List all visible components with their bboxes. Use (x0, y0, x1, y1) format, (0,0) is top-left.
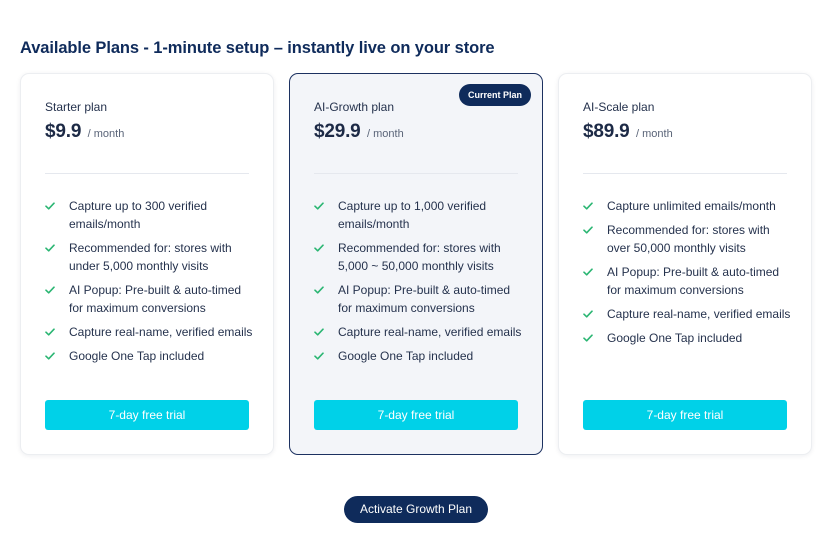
feature-item: Recommended for: stores with over 50,000… (583, 221, 791, 257)
plan-name: Starter plan (45, 100, 108, 114)
feature-text: AI Popup: Pre-built & auto-timed for max… (607, 265, 780, 297)
feature-item: Google One Tap included (583, 329, 791, 347)
divider (314, 173, 518, 174)
feature-item: Capture up to 1,000 verified emails/mont… (314, 197, 522, 233)
divider (45, 173, 249, 174)
feature-item: Recommended for: stores with 5,000 ~ 50,… (314, 239, 522, 275)
feature-text: Capture real-name, verified emails (338, 325, 522, 339)
free-trial-button[interactable]: 7-day free trial (314, 400, 518, 430)
plan-name: AI-Scale plan (583, 100, 655, 114)
feature-text: Capture up to 1,000 verified emails/mont… (338, 199, 487, 231)
feature-list: Capture up to 1,000 verified emails/mont… (314, 197, 522, 371)
feature-item: Capture real-name, verified emails (45, 323, 253, 341)
check-icon (314, 197, 326, 215)
feature-text: Recommended for: stores with over 50,000… (607, 223, 770, 255)
feature-item: Capture real-name, verified emails (583, 305, 791, 323)
feature-item: Capture unlimited emails/month (583, 197, 791, 215)
feature-text: Capture real-name, verified emails (607, 307, 791, 321)
feature-text: AI Popup: Pre-built & auto-timed for max… (69, 283, 242, 315)
plan-price: $9.9 (45, 121, 82, 142)
check-icon (45, 323, 57, 341)
free-trial-button[interactable]: 7-day free trial (583, 400, 787, 430)
feature-text: AI Popup: Pre-built & auto-timed for max… (338, 283, 511, 315)
check-icon (314, 239, 326, 257)
plan-card-starter: Starter plan $9.9 / month Capture up to … (20, 73, 274, 455)
feature-item: Google One Tap included (45, 347, 253, 365)
check-icon (45, 197, 57, 215)
page-title: Available Plans - 1-minute setup – insta… (20, 39, 495, 57)
plan-card-growth: Current Plan AI-Growth plan $29.9 / mont… (289, 73, 543, 455)
check-icon (45, 239, 57, 257)
plan-period: / month (367, 128, 404, 140)
check-icon (583, 221, 595, 239)
feature-text: Capture up to 300 verified emails/month (69, 199, 208, 231)
check-icon (314, 281, 326, 299)
feature-item: Capture real-name, verified emails (314, 323, 522, 341)
check-icon (583, 263, 595, 281)
feature-text: Recommended for: stores with under 5,000… (69, 241, 232, 273)
feature-list: Capture unlimited emails/month Recommend… (583, 197, 791, 353)
feature-item: AI Popup: Pre-built & auto-timed for max… (583, 263, 791, 299)
check-icon (583, 305, 595, 323)
current-plan-badge: Current Plan (458, 84, 531, 106)
feature-item: AI Popup: Pre-built & auto-timed for max… (314, 281, 522, 317)
feature-item: Capture up to 300 verified emails/month (45, 197, 253, 233)
feature-list: Capture up to 300 verified emails/month … (45, 197, 253, 371)
feature-item: Recommended for: stores with under 5,000… (45, 239, 253, 275)
plan-period: / month (636, 128, 673, 140)
plans-list: Starter plan $9.9 / month Capture up to … (20, 73, 812, 455)
feature-text: Google One Tap included (607, 331, 743, 345)
plan-price: $29.9 (314, 121, 361, 142)
feature-text: Google One Tap included (338, 349, 474, 363)
plan-card-scale: AI-Scale plan $89.9 / month Capture unli… (558, 73, 812, 455)
plan-price-row: $29.9 / month (314, 121, 404, 143)
feature-item: AI Popup: Pre-built & auto-timed for max… (45, 281, 253, 317)
feature-text: Capture unlimited emails/month (607, 199, 776, 213)
check-icon (314, 347, 326, 365)
feature-text: Recommended for: stores with 5,000 ~ 50,… (338, 241, 501, 273)
plan-name: AI-Growth plan (314, 100, 395, 114)
check-icon (45, 347, 57, 365)
check-icon (583, 197, 595, 215)
plan-period: / month (87, 128, 125, 140)
check-icon (45, 281, 57, 299)
activate-growth-plan-button[interactable]: Activate Growth Plan (344, 496, 488, 523)
plan-price-row: $9.9 / month (45, 121, 124, 143)
check-icon (314, 323, 326, 341)
divider (583, 173, 787, 174)
free-trial-button[interactable]: 7-day free trial (45, 400, 249, 430)
plan-price: $89.9 (583, 121, 630, 142)
feature-item: Google One Tap included (314, 347, 522, 365)
plan-price-row: $89.9 / month (583, 121, 673, 143)
feature-text: Capture real-name, verified emails (69, 325, 253, 339)
check-icon (583, 329, 595, 347)
feature-text: Google One Tap included (69, 349, 205, 363)
